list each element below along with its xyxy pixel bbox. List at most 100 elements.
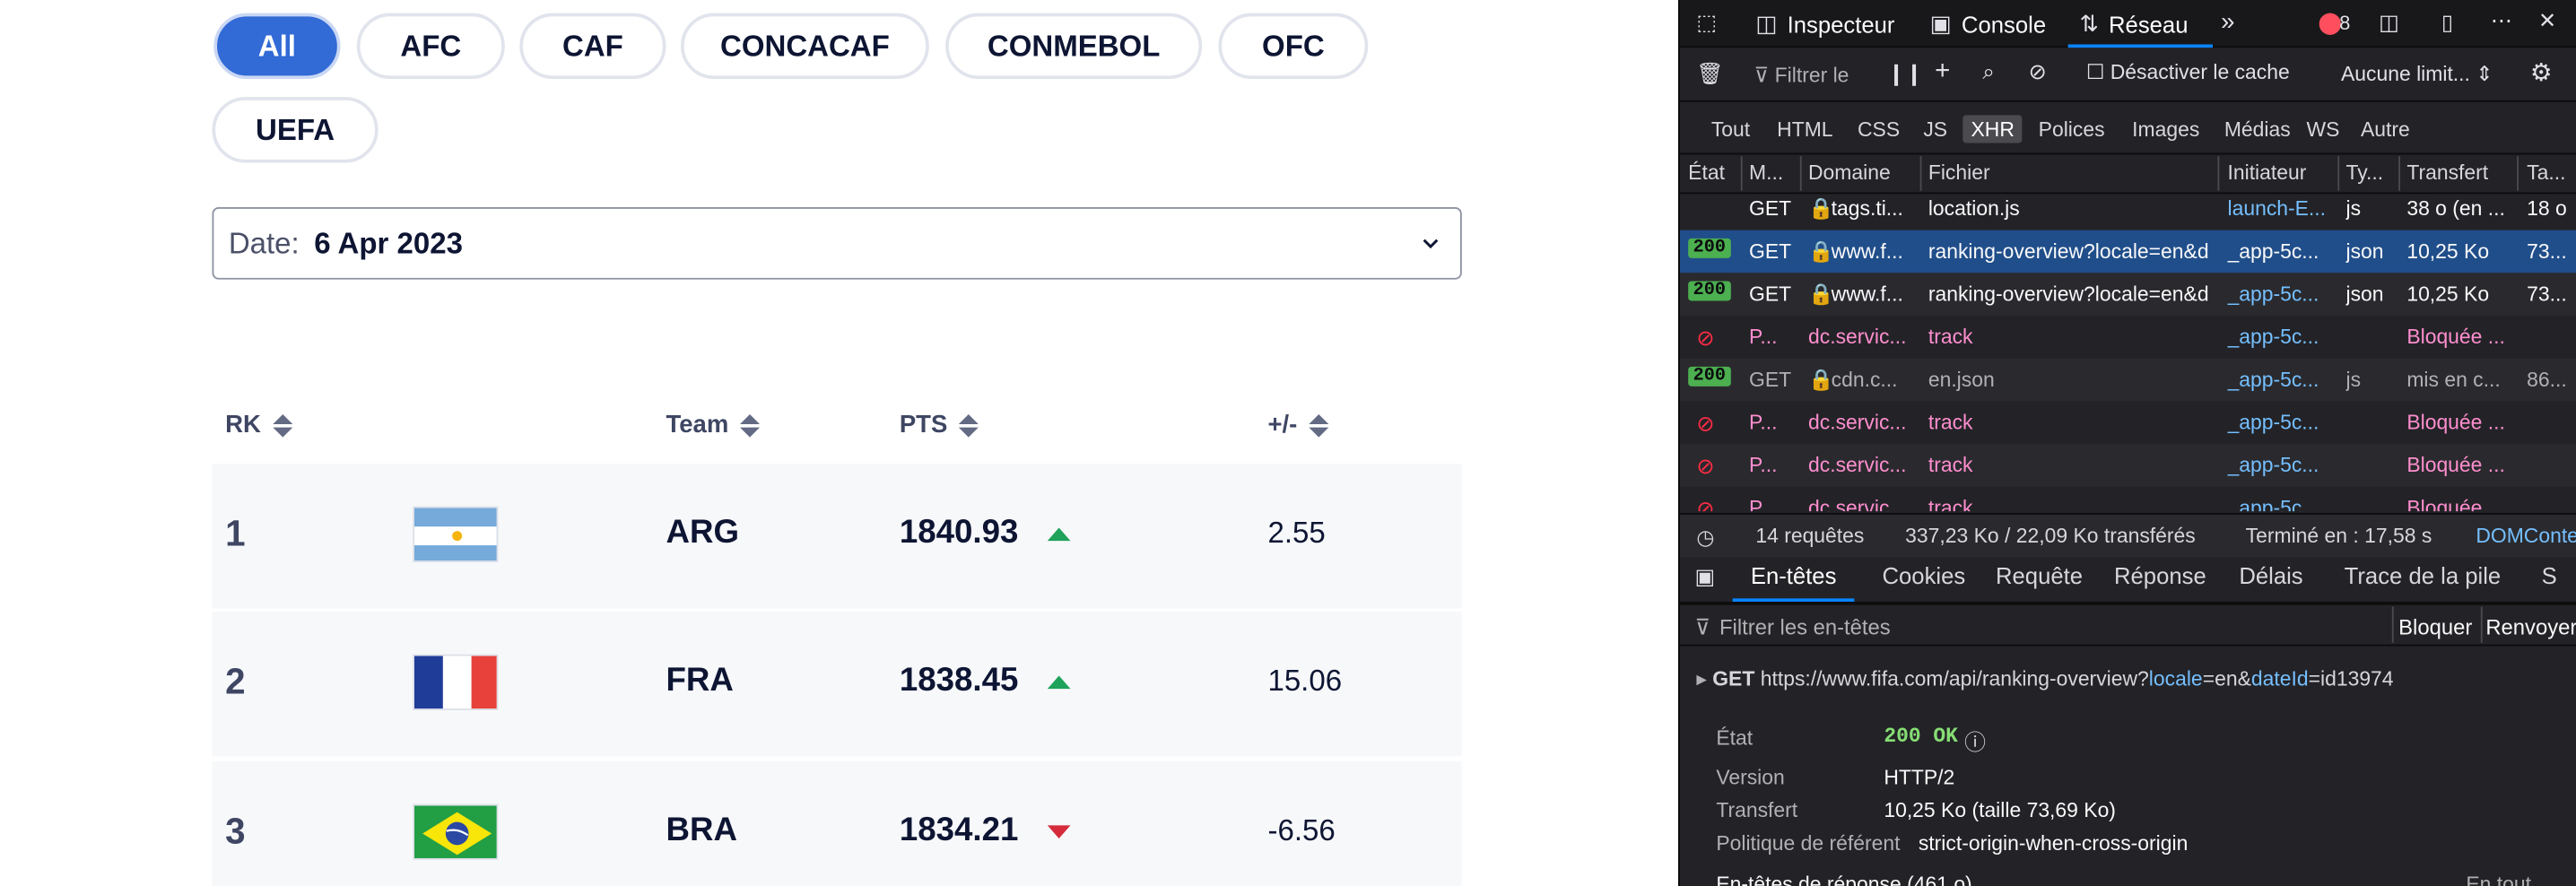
tab-console[interactable]: ▣ Console bbox=[1930, 0, 2046, 48]
responsive-design-icon[interactable]: ▯ bbox=[2441, 10, 2453, 36]
raw-toggle[interactable]: En tout bbox=[2466, 873, 2531, 886]
rank-cell: 2 bbox=[225, 660, 246, 702]
filter-media[interactable]: Médias bbox=[2216, 115, 2299, 143]
column-divider bbox=[2517, 156, 2519, 191]
domain-cell: cdn.c... bbox=[1831, 368, 1898, 392]
request-summary[interactable]: ▸ GET https://www.fifa.com/api/ranking-o… bbox=[1696, 665, 2393, 691]
rk-column-header[interactable]: RK bbox=[225, 411, 292, 439]
filter-uefa-button[interactable]: UEFA bbox=[212, 97, 379, 163]
request-row[interactable]: ⊘ P... dc.servic... track _app-5c... Blo… bbox=[1680, 401, 2576, 444]
detail-key: État bbox=[1716, 726, 1754, 750]
transfer-cell: Bloquée ... bbox=[2406, 325, 2505, 349]
table-row[interactable]: 1 ARG 1840.93 2.55 bbox=[212, 463, 1462, 609]
col-type[interactable]: Ty... bbox=[2345, 161, 2383, 185]
help-icon[interactable]: ⓘ bbox=[1964, 725, 1986, 756]
col-domain[interactable]: Domaine bbox=[1808, 161, 1891, 185]
rk-header-label: RK bbox=[225, 411, 261, 439]
tab-console-label: Console bbox=[1961, 10, 2047, 38]
more-options-icon[interactable]: ⋯ bbox=[2491, 8, 2512, 34]
col-size[interactable]: Ta... bbox=[2527, 161, 2565, 185]
filter-js[interactable]: JS bbox=[1915, 115, 1955, 143]
devtools-inner: ⬚ ◫ Inspecteur ▣ Console ⇅ Réseau » ⬤ 8 ◫ ▯… bbox=[1680, 0, 2576, 886]
tab-timings[interactable]: Délais bbox=[2239, 562, 2302, 588]
tab-network[interactable]: ⇅ Réseau bbox=[2079, 0, 2188, 48]
filter-xhr[interactable]: XHR bbox=[1962, 115, 2023, 143]
throttle-select[interactable]: Aucune limit... ⇕ bbox=[2341, 61, 2493, 86]
disable-cache-checkbox[interactable]: ☐ Désactiver le cache bbox=[2086, 59, 2290, 84]
filter-all-button[interactable]: All bbox=[213, 13, 341, 79]
url-filter-input[interactable]: ⊽ Filtrer le bbox=[1754, 63, 1849, 87]
filter-ofc-button[interactable]: OFC bbox=[1218, 13, 1369, 79]
filter-concacaf-button[interactable]: CONCACAF bbox=[680, 13, 929, 79]
file-cell: ranking-overview?locale=en&d bbox=[1928, 282, 2209, 306]
table-row[interactable]: 2 FRA 1838.45 15.06 bbox=[212, 611, 1462, 757]
team-column-header[interactable]: Team bbox=[666, 411, 761, 439]
tab-headers[interactable]: En-têtes bbox=[1751, 562, 1837, 588]
date-select[interactable]: Date: 6 Apr 2023 bbox=[212, 206, 1462, 280]
transfer-cell: 38 o (en ... bbox=[2406, 196, 2505, 221]
file-cell: ranking-overview?locale=en&d bbox=[1928, 239, 2209, 264]
filter-css[interactable]: CSS bbox=[1849, 115, 1908, 143]
request-row[interactable]: 200 GET 🔒 cdn.c... en.json _app-5c... js… bbox=[1680, 358, 2576, 402]
filter-other[interactable]: Autre bbox=[2353, 115, 2418, 143]
devtools-toolbar: ⬚ ◫ Inspecteur ▣ Console ⇅ Réseau » ⬤ 8 ◫ ▯… bbox=[1680, 0, 2576, 48]
devtools-panel: ⬚ ◫ Inspecteur ▣ Console ⇅ Réseau » ⬤ 8 ◫ ▯… bbox=[1678, 0, 2576, 886]
tab-inspector-label: Inspecteur bbox=[1787, 10, 1895, 38]
filter-ws[interactable]: WS bbox=[2298, 115, 2347, 143]
team-cell: BRA bbox=[666, 812, 737, 848]
filter-tout[interactable]: Tout bbox=[1703, 115, 1759, 143]
request-row[interactable]: ⊘ P... dc.servic... track _app-5c... Blo… bbox=[1680, 316, 2576, 359]
domain-cell: dc.servic... bbox=[1807, 411, 1907, 434]
col-initiator[interactable]: Initiateur bbox=[2227, 161, 2306, 185]
pts-column-header[interactable]: PTS bbox=[900, 411, 979, 439]
filter-afc-button[interactable]: AFC bbox=[356, 13, 505, 79]
settings-gear-icon[interactable]: ⚙ bbox=[2530, 57, 2553, 87]
rank-cell: 3 bbox=[225, 810, 246, 852]
diff-header-label: +/- bbox=[1267, 411, 1298, 439]
col-transfer[interactable]: Transfert bbox=[2406, 161, 2488, 185]
request-row[interactable]: 200 GET 🔒 www.f... ranking-overview?loca… bbox=[1680, 273, 2576, 316]
column-divider bbox=[2398, 156, 2400, 191]
request-row[interactable]: ⊘ P... dc.servic... track _app-5c... Blo… bbox=[1680, 487, 2576, 511]
response-headers-section[interactable]: En-têtes de réponse (461 o) bbox=[1716, 873, 1971, 886]
table-row[interactable]: 3 BRA 1834.21 -6.56 bbox=[212, 760, 1462, 886]
type-cell: json bbox=[2345, 239, 2384, 264]
headers-filter-input[interactable]: Filtrer les en-têtes bbox=[1719, 615, 1891, 639]
diff-cell: 15.06 bbox=[1267, 664, 1343, 698]
filter-fonts[interactable]: Polices bbox=[2030, 115, 2112, 143]
tab-inspector[interactable]: ◫ Inspecteur bbox=[1755, 0, 1894, 48]
selected-tab-indicator bbox=[1732, 598, 1855, 602]
col-state[interactable]: État bbox=[1688, 161, 1725, 185]
diff-column-header[interactable]: +/- bbox=[1267, 411, 1329, 439]
tab-response[interactable]: Réponse bbox=[2114, 562, 2206, 588]
request-row[interactable]: GET 🔒 tags.ti... location.js launch-E...… bbox=[1680, 194, 2576, 230]
transfer-cell: 10,25 Ko bbox=[2406, 282, 2490, 306]
block-button[interactable]: Bloquer bbox=[2398, 615, 2472, 639]
add-icon[interactable]: + bbox=[1935, 57, 1950, 87]
split-console-icon[interactable]: ◫ bbox=[2379, 10, 2399, 36]
trash-icon[interactable]: 🗑 bbox=[1696, 61, 1723, 87]
element-picker-icon[interactable]: ⬚ bbox=[1696, 10, 1717, 36]
tab-request[interactable]: Requête bbox=[1996, 562, 2083, 588]
search-icon[interactable]: ⌕ bbox=[1982, 59, 1994, 85]
filter-caf-button[interactable]: CAF bbox=[519, 13, 666, 79]
block-icon[interactable]: ⊘ bbox=[2029, 59, 2047, 85]
filter-html[interactable]: HTML bbox=[1769, 115, 1841, 143]
tab-cookies[interactable]: Cookies bbox=[1882, 562, 1965, 588]
filter-images[interactable]: Images bbox=[2124, 115, 2207, 143]
tab-security[interactable]: S bbox=[2542, 562, 2557, 588]
request-row[interactable]: ⊘ P... dc.servic... track _app-5c... Blo… bbox=[1680, 443, 2576, 487]
tab-stack-trace[interactable]: Trace de la pile bbox=[2345, 562, 2502, 588]
team-cell: ARG bbox=[666, 514, 739, 552]
resend-button[interactable]: Renvoyer bbox=[2485, 615, 2576, 639]
method-cell: P... bbox=[1748, 453, 1778, 477]
pause-icon[interactable]: ❙❙ bbox=[1887, 61, 1923, 87]
request-row[interactable]: 200 GET 🔒 www.f... ranking-overview?loca… bbox=[1680, 230, 2576, 274]
filter-conmebol-button[interactable]: CONMEBOL bbox=[945, 13, 1203, 79]
more-tabs-icon[interactable]: » bbox=[2221, 8, 2234, 36]
method-cell: GET bbox=[1748, 196, 1792, 221]
close-icon[interactable]: ✕ bbox=[2538, 8, 2556, 34]
error-icon[interactable]: ⬤ bbox=[2318, 10, 2342, 36]
col-method[interactable]: M... bbox=[1749, 161, 1783, 185]
col-file[interactable]: Fichier bbox=[1928, 161, 1990, 185]
